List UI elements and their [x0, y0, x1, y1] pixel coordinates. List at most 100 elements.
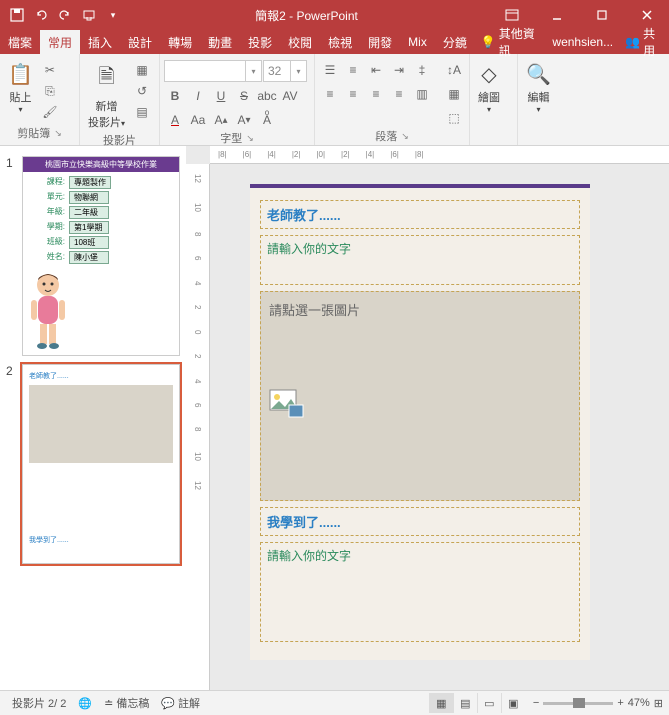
save-button[interactable]	[6, 4, 28, 26]
slide-thumbnail-1[interactable]: 1 桃園市立快樂高級中等學校作業 課程:專題製作單元:物聯網年級:二年級學期:第…	[0, 152, 186, 360]
tab-slideshow[interactable]: 投影	[240, 30, 280, 55]
tab-animation[interactable]: 動畫	[200, 30, 240, 55]
columns-button[interactable]: ▥	[411, 84, 433, 104]
normal-view-button[interactable]: ▦	[429, 693, 453, 713]
font-label: 字型	[220, 130, 242, 146]
group-font: ▾ ▾ B I U S abc AV A Aa A▴ A▾ Aͦ	[160, 54, 315, 145]
person-icon	[23, 270, 179, 350]
font-family-input[interactable]	[165, 61, 245, 81]
notes-button[interactable]: ≐備忘稿	[98, 695, 155, 711]
strikethrough-button[interactable]: S	[233, 86, 255, 106]
tab-home[interactable]: 常用	[40, 30, 80, 55]
font-family-combo[interactable]: ▾	[164, 60, 262, 82]
paste-button[interactable]: 📋 貼上 ▾	[4, 60, 37, 116]
tab-transition[interactable]: 轉場	[160, 30, 200, 55]
group-slides: 🗎 新增 投影片▾ ▦ ↺ ▤ 投影片	[80, 54, 160, 145]
picture-icon[interactable]	[269, 389, 571, 419]
comments-button[interactable]: 💬註解	[155, 695, 206, 711]
comment-icon: 💬	[161, 697, 175, 710]
shapes-icon: ◇	[481, 62, 496, 87]
new-slide-button[interactable]: 🗎 新增 投影片▾	[84, 60, 129, 132]
learned-placeholder-text: 請輸入你的文字	[267, 547, 573, 564]
tab-file[interactable]: 檔案	[0, 30, 40, 55]
tab-review[interactable]: 校閱	[280, 30, 320, 55]
paste-label: 貼上	[9, 89, 31, 105]
clipboard-launcher[interactable]: ↘	[54, 128, 62, 139]
paragraph-launcher[interactable]: ↘	[401, 131, 409, 142]
slideshow-view-button[interactable]: ▣	[501, 693, 525, 713]
zoom-out-button[interactable]: −	[533, 697, 539, 709]
smartart-button[interactable]: ⬚	[443, 108, 465, 128]
image-placeholder[interactable]: 請點選一張圖片	[260, 291, 580, 501]
tab-view[interactable]: 檢視	[320, 30, 360, 55]
italic-button[interactable]: I	[187, 86, 209, 106]
horizontal-ruler[interactable]: |8||6||4||2||0||2||4||6||8|	[210, 146, 669, 164]
account-button[interactable]: wenhsien...	[546, 31, 619, 53]
text-direction-button[interactable]: ↕A	[443, 60, 465, 80]
fit-to-window-button[interactable]: ⊞	[654, 697, 663, 710]
sorter-view-button[interactable]: ▤	[453, 693, 477, 713]
learned-text-placeholder[interactable]: 請輸入你的文字	[260, 542, 580, 642]
underline-button[interactable]: U	[210, 86, 232, 106]
change-case-button[interactable]: Aa	[187, 110, 209, 130]
cut-button[interactable]: ✂	[39, 60, 61, 80]
redo-button[interactable]	[54, 4, 76, 26]
editing-button[interactable]: 🔍編輯▾	[522, 60, 555, 116]
zoom-level[interactable]: 47%	[628, 697, 650, 709]
increase-indent-button[interactable]: ⇥	[388, 60, 410, 80]
align-center-button[interactable]: ≡	[342, 84, 364, 104]
clipboard-icon: 📋	[8, 62, 33, 87]
shrink-font-button[interactable]: A▾	[233, 110, 255, 130]
zoom-in-button[interactable]: +	[617, 697, 623, 709]
zoom-slider[interactable]	[543, 702, 613, 705]
clear-format-button[interactable]: Aͦ	[256, 110, 278, 130]
undo-button[interactable]	[30, 4, 52, 26]
start-from-beginning-button[interactable]	[78, 4, 100, 26]
share-button[interactable]: 👥共用	[619, 21, 669, 63]
slide-counter[interactable]: 投影片 2/ 2	[6, 695, 72, 711]
reset-button[interactable]: ↺	[131, 81, 153, 101]
vertical-ruler[interactable]: 12108642024681012	[186, 164, 210, 690]
copy-button[interactable]: ⎘	[39, 81, 61, 101]
slide-panel[interactable]: 1 桃園市立快樂高級中等學校作業 課程:專題製作單元:物聯網年級:二年級學期:第…	[0, 146, 186, 690]
learned-section[interactable]: 我學到了......	[260, 507, 580, 536]
teacher-text-placeholder[interactable]: 請輸入你的文字	[260, 235, 580, 285]
tab-mix[interactable]: Mix	[400, 31, 435, 53]
bold-button[interactable]: B	[164, 86, 186, 106]
grow-font-button[interactable]: A▴	[210, 110, 232, 130]
tab-insert[interactable]: 插入	[80, 30, 120, 55]
layout-button[interactable]: ▦	[131, 60, 153, 80]
tab-developer[interactable]: 開發	[360, 30, 400, 55]
qat-customize-button[interactable]: ▾	[102, 4, 124, 26]
reading-view-button[interactable]: ▭	[477, 693, 501, 713]
decrease-indent-button[interactable]: ⇤	[365, 60, 387, 80]
paragraph-label: 段落	[375, 128, 397, 144]
line-spacing-button[interactable]: ‡	[411, 60, 433, 80]
teacher-section[interactable]: 老師教了......	[260, 200, 580, 229]
shadow-button[interactable]: abc	[256, 86, 278, 106]
bullets-button[interactable]: ☰	[319, 60, 341, 80]
align-right-button[interactable]: ≡	[365, 84, 387, 104]
drawing-button[interactable]: ◇繪圖▾	[474, 60, 504, 116]
tab-storyline[interactable]: 分鏡	[435, 30, 475, 55]
align-left-button[interactable]: ≡	[319, 84, 341, 104]
slide-page[interactable]: 老師教了...... 請輸入你的文字 請點選一張圖片 我學到了...... 請輸…	[250, 184, 590, 660]
justify-button[interactable]: ≡	[388, 84, 410, 104]
teacher-title[interactable]: 老師教了......	[267, 205, 573, 224]
slide-canvas[interactable]: 老師教了...... 請輸入你的文字 請點選一張圖片 我學到了...... 請輸…	[210, 164, 669, 690]
font-launcher[interactable]: ↘	[246, 133, 254, 144]
align-text-button[interactable]: ▦	[443, 84, 465, 104]
slide1-header: 桃園市立快樂高級中等學校作業	[23, 157, 179, 172]
font-color-button[interactable]: A	[164, 110, 186, 130]
slide-thumbnail-2[interactable]: 2 老師教了...... 我學到了......	[0, 360, 186, 568]
font-size-combo[interactable]: ▾	[263, 60, 307, 82]
format-painter-button[interactable]: 🖌	[39, 102, 61, 122]
learned-title[interactable]: 我學到了......	[267, 512, 573, 531]
char-spacing-button[interactable]: AV	[279, 86, 301, 106]
numbering-button[interactable]: ≡	[342, 60, 364, 80]
section-button[interactable]: ▤	[131, 102, 153, 122]
language-button[interactable]: 🌐	[72, 697, 98, 710]
tab-design[interactable]: 設計	[120, 30, 160, 55]
font-size-input[interactable]	[264, 61, 290, 81]
ribbon-tabs: 檔案 常用 插入 設計 轉場 動畫 投影 校閱 檢視 開發 Mix 分鏡 💡其他…	[0, 30, 669, 54]
